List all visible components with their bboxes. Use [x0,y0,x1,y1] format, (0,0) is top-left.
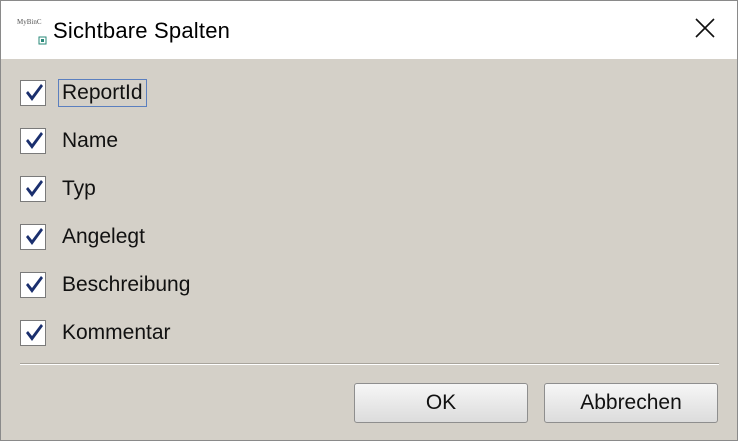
checkbox-label-name: Name [62,129,119,152]
checkbox-beschreibung[interactable] [20,272,46,298]
column-option-kommentar[interactable]: Kommentar [20,318,175,348]
checkmark-icon [26,228,43,245]
column-option-angelegt[interactable]: Angelegt [20,222,149,252]
checkbox-label-angelegt: Angelegt [62,225,145,248]
checkmark-icon [26,324,43,341]
checkbox-kommentar[interactable] [20,320,46,346]
column-option-typ[interactable]: Typ [20,174,100,204]
dialog-title: Sichtbare Spalten [53,18,231,43]
ok-button[interactable]: OK [354,383,528,423]
checkbox-name[interactable] [20,128,46,154]
title-bar[interactable]: MyBinC Sichtbare Spalten [1,1,737,59]
close-icon [695,17,715,43]
checkbox-angelegt[interactable] [20,224,46,250]
separator [20,363,719,365]
column-option-reportid[interactable]: ReportId [20,78,147,108]
column-option-name[interactable]: Name [20,126,122,156]
checkbox-label-typ: Typ [62,177,96,200]
cancel-button[interactable]: Abbrechen [544,383,718,423]
checkmark-icon [26,276,43,293]
checkmark-icon [26,132,43,149]
checkmark-icon [26,180,43,197]
checkbox-reportid[interactable] [20,80,46,106]
app-icon-text: MyBinC [17,18,42,26]
checkbox-label-reportid: ReportId [58,79,147,107]
column-option-beschreibung[interactable]: Beschreibung [20,270,194,300]
dialog-window: MyBinC Sichtbare Spalten ReportId Name T… [0,0,738,441]
app-icon: MyBinC [17,15,47,47]
dialog-content: ReportId Name Typ Angelegt Beschreibung … [1,59,737,440]
close-button[interactable] [673,1,737,59]
checkbox-label-beschreibung: Beschreibung [62,273,191,296]
checkbox-typ[interactable] [20,176,46,202]
checkbox-label-kommentar: Kommentar [62,321,171,344]
checkmark-icon [26,84,43,101]
